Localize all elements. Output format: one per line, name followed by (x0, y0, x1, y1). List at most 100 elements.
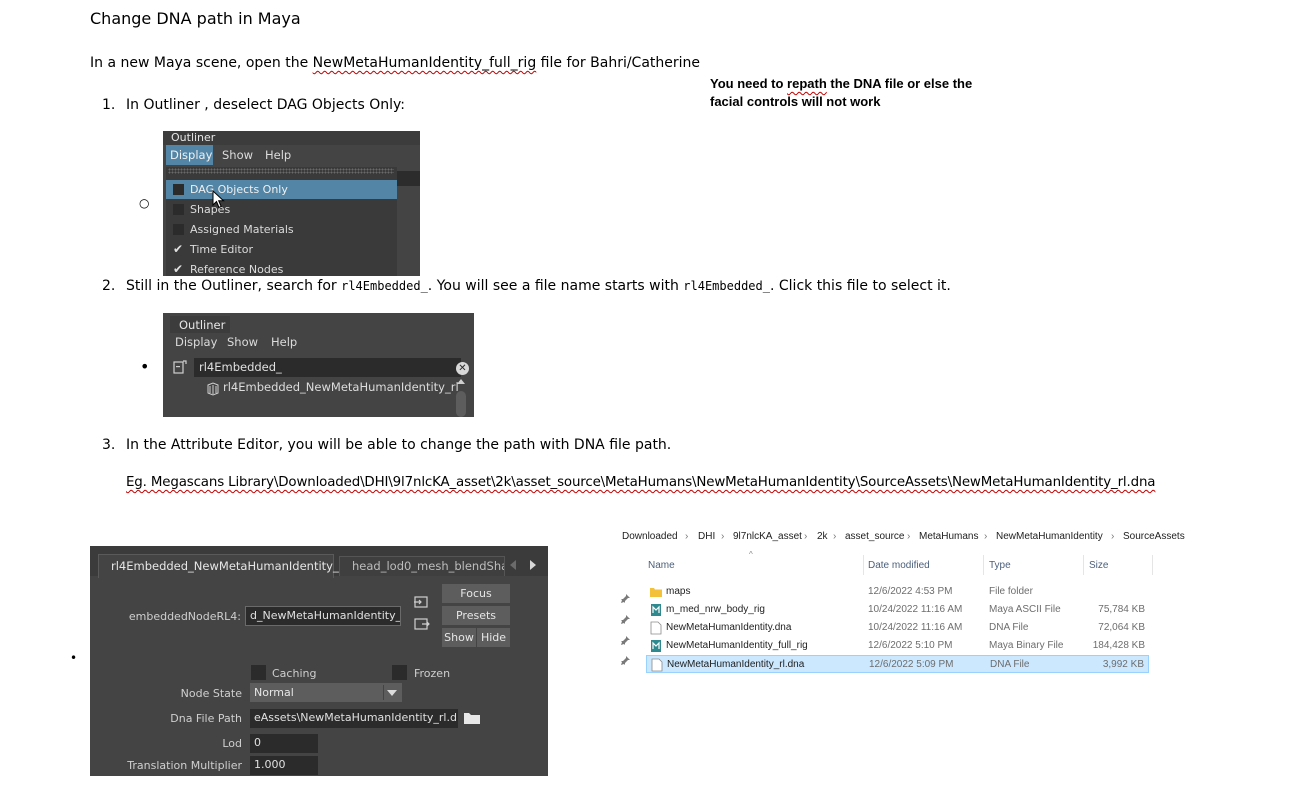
caching-label: Caching (272, 667, 317, 680)
column-divider[interactable] (1152, 555, 1153, 575)
input-connections-icon[interactable] (414, 595, 430, 609)
embedded-node-field[interactable]: d_NewMetaHumanIdentity_rl (245, 606, 401, 626)
intro-paragraph: In a new Maya scene, open the NewMetaHum… (90, 55, 700, 71)
menu-show[interactable]: Show (222, 148, 253, 162)
file-type: DNA File (990, 659, 1030, 670)
menu-help[interactable]: Help (265, 148, 291, 162)
attribute-editor-screenshot: rl4Embedded_NewMetaHumanIdentity_rl head… (90, 546, 548, 776)
step-2-mid: . You will see a file name starts with (427, 278, 684, 294)
ae-tab-blendshape[interactable]: head_lod0_mesh_blendShape (339, 556, 505, 576)
show-button[interactable]: Show (442, 628, 476, 647)
column-divider[interactable] (863, 555, 864, 575)
file-size: 72,064 KB (1098, 622, 1145, 633)
breadcrumb-item[interactable]: DHI (698, 531, 715, 542)
file-name: m_med_nrw_body_rig (666, 604, 765, 615)
bullet-small: • (70, 651, 78, 665)
menu-item-label: Time Editor (190, 243, 253, 256)
column-date-modified[interactable]: Date modified (868, 560, 930, 571)
outliner-result-item[interactable]: rl4Embedded_NewMetaHumanIdentity_rl (223, 380, 459, 394)
menu-item-shapes[interactable]: Shapes (166, 200, 397, 219)
column-name[interactable]: Name (648, 560, 675, 571)
dna-file-path-value: eAssets\NewMetaHumanIdentity_rl.dna (254, 711, 458, 724)
breadcrumb-item[interactable]: asset_source (845, 531, 904, 542)
intro-file-name: NewMetaHumanIdentity_full_rig (312, 55, 537, 71)
hide-button[interactable]: Hide (477, 628, 510, 647)
file-type: Maya ASCII File (989, 604, 1061, 615)
menu-display[interactable]: Display (170, 148, 212, 162)
embedded-node-label: embeddedNodeRL4: (128, 610, 241, 623)
scroll-thumb[interactable] (456, 391, 466, 417)
lod-field[interactable]: 0 (250, 734, 318, 753)
presets-button[interactable]: Presets (442, 606, 510, 625)
breadcrumb-item[interactable]: Downloaded (622, 531, 678, 542)
blank-file-icon (650, 621, 662, 635)
step-2-post: . Click this file to select it. (769, 278, 951, 294)
filter-icon[interactable] (172, 359, 188, 375)
file-row-rl-dna-selected[interactable]: NewMetaHumanIdentity_rl.dna 12/6/2022 5:… (646, 655, 1149, 673)
search-input[interactable]: rl4Embedded_ ✕ (194, 358, 469, 377)
file-date: 10/24/2022 11:16 AM (868, 604, 963, 615)
menu-item-label: Assigned Materials (190, 223, 294, 236)
node-state-dropdown[interactable]: Normal (250, 683, 402, 702)
dropdown-separator (383, 685, 384, 700)
chevron-down-icon (387, 690, 397, 696)
checkbox[interactable] (173, 184, 184, 195)
file-size: 3,992 KB (1102, 659, 1144, 670)
menu-item-dag-objects-only[interactable]: DAG Objects Only (166, 180, 397, 199)
focus-button[interactable]: Focus (442, 584, 510, 603)
menu-display[interactable]: Display (175, 335, 217, 349)
checkbox[interactable] (173, 224, 184, 235)
menu-item-reference-nodes[interactable]: ✔ Reference Nodes (166, 260, 397, 276)
file-date: 12/6/2022 5:09 PM (869, 659, 954, 670)
menu-help[interactable]: Help (271, 335, 297, 349)
file-row-body-rig[interactable]: m_med_nrw_body_rig 10/24/2022 11:16 AM M… (646, 601, 1149, 619)
note-pre: You need to (710, 76, 788, 91)
search-row: rl4Embedded_ ✕ (168, 356, 469, 378)
menu-item-time-editor[interactable]: ✔ Time Editor (166, 240, 397, 259)
translation-multiplier-field[interactable]: 1.000 (250, 756, 318, 775)
menu-item-assigned-materials[interactable]: Assigned Materials (166, 220, 397, 239)
column-type[interactable]: Type (989, 560, 1011, 571)
breadcrumb-separator-icon: › (685, 531, 689, 542)
file-row-maps[interactable]: maps 12/6/2022 4:53 PM File folder (646, 583, 1149, 601)
breadcrumb-item[interactable]: 9l7nlcKA_asset (733, 531, 802, 542)
bullet-solid: • (140, 357, 150, 376)
pin-icon (621, 636, 630, 645)
sort-ascending-icon: ^ (749, 550, 753, 559)
outliner-tab[interactable]: Outliner (170, 316, 230, 333)
tab-scroll-left-icon[interactable] (510, 560, 516, 570)
outliner-scrollbar[interactable] (456, 379, 466, 417)
column-divider[interactable] (1083, 555, 1084, 575)
file-name: NewMetaHumanIdentity.dna (666, 622, 792, 633)
checkbox[interactable] (173, 204, 184, 215)
folder-icon[interactable] (463, 711, 481, 725)
menu-show[interactable]: Show (227, 335, 258, 349)
note-line-2: facial controls will not work (710, 94, 881, 109)
ae-tab-label: head_lod0_mesh_blendShape (352, 559, 504, 573)
frozen-checkbox[interactable] (392, 665, 407, 680)
file-row-identity-dna[interactable]: NewMetaHumanIdentity.dna 10/24/2022 11:1… (646, 619, 1149, 637)
column-divider[interactable] (983, 555, 984, 575)
breadcrumb-item[interactable]: SourceAssets (1123, 531, 1185, 542)
pin-icon (621, 656, 630, 665)
outliner-search-screenshot: Outliner Display Show Help rl4Embedded_ … (163, 313, 474, 417)
file-size: 75,784 KB (1098, 604, 1145, 615)
breadcrumb-item[interactable]: NewMetaHumanIdentity (996, 531, 1103, 542)
tab-scroll-right-icon[interactable] (530, 560, 536, 570)
breadcrumb-separator-icon: › (833, 531, 837, 542)
clear-search-icon[interactable]: ✕ (456, 362, 469, 375)
output-connections-icon[interactable] (414, 617, 430, 631)
step-1-text: In Outliner , deselect DAG Objects Only: (126, 97, 406, 113)
column-size[interactable]: Size (1089, 560, 1108, 571)
breadcrumb-item[interactable]: MetaHumans (919, 531, 978, 542)
tear-off-handle[interactable] (168, 168, 394, 174)
caching-checkbox[interactable] (251, 665, 266, 680)
file-row-full-rig[interactable]: NewMetaHumanIdentity_full_rig 12/6/2022 … (646, 637, 1149, 655)
embedded-node-value: d_NewMetaHumanIdentity_rl (250, 609, 401, 622)
step-2-number: 2. (102, 278, 116, 294)
dna-file-path-label: Dna File Path (170, 712, 242, 725)
dna-file-path-field[interactable]: eAssets\NewMetaHumanIdentity_rl.dna (250, 709, 458, 728)
ae-tab-rl4embedded[interactable]: rl4Embedded_NewMetaHumanIdentity_rl (98, 554, 347, 578)
breadcrumb-item[interactable]: 2k (817, 531, 828, 542)
scroll-up-icon[interactable] (457, 379, 465, 384)
